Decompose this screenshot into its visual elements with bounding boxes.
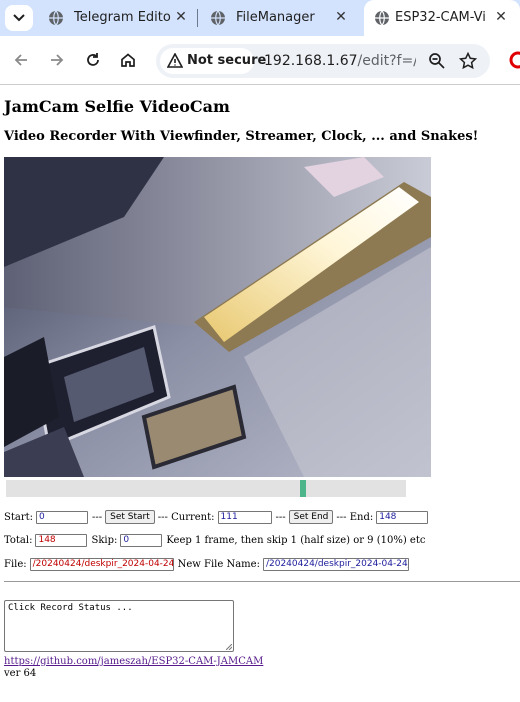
tab-close-icon[interactable]: ✕ [332, 8, 350, 26]
tab-filemanager[interactable]: FileManager ✕ [200, 0, 360, 36]
tab-search-button[interactable] [5, 5, 33, 31]
slider-thumb[interactable] [300, 480, 306, 497]
record-status-text: Click Record Status ... [8, 603, 133, 613]
globe-icon [211, 10, 225, 26]
tab-close-icon[interactable]: ✕ [492, 8, 510, 26]
reload-button[interactable] [82, 49, 104, 71]
frame-slider[interactable] [6, 480, 406, 497]
url-path: /edit?f=/... [357, 53, 416, 69]
range-controls-row: Start: 0 --- Set Start --- Current: 111 … [4, 510, 429, 524]
security-label: Not secure [187, 53, 267, 68]
record-status-textarea[interactable]: Click Record Status ... [4, 600, 234, 652]
tab-close-icon[interactable]: ✕ [172, 8, 190, 26]
globe-icon [375, 10, 389, 26]
separator-text: --- [92, 511, 103, 523]
tab-title: FileManager [236, 10, 315, 25]
tab-title: Telegram Edito [74, 10, 171, 25]
camera-frame [4, 157, 431, 477]
skip-input[interactable]: 0 [120, 534, 163, 547]
github-link[interactable]: https://github.com/jameszah/ESP32-CAM-JA… [4, 656, 263, 667]
total-label: Total: [4, 535, 33, 546]
home-button[interactable] [117, 49, 139, 71]
zoom-icon[interactable] [428, 52, 446, 70]
new-file-input[interactable]: /20240424/deskpir_2024-04-24_10. [262, 558, 409, 571]
warning-icon [167, 53, 183, 68]
chevron-down-icon [13, 14, 25, 22]
address-bar[interactable]: Not secure 192.168.1.67/edit?f=/... [156, 44, 490, 78]
resize-grip-icon[interactable] [226, 644, 232, 650]
end-label: --- End: [336, 511, 374, 523]
page-title: JamCam Selfie VideoCam [4, 97, 230, 116]
set-end-button[interactable]: Set End [288, 510, 334, 524]
file-input[interactable]: /20240424/deskpir_2024-04-24_10. [29, 558, 174, 571]
separator-text: --- [275, 511, 286, 523]
end-input[interactable]: 148 [376, 510, 429, 524]
tab-strip: Telegram Edito ✕ FileManager ✕ ESP32-CAM… [0, 0, 520, 36]
url-text[interactable]: 192.168.1.67/edit?f=/... [264, 53, 416, 69]
home-icon [121, 53, 135, 67]
bookmark-star-icon[interactable] [459, 52, 477, 70]
divider [4, 581, 520, 582]
version-text: ver 64 [4, 668, 37, 679]
new-file-label: New File Name: [177, 559, 260, 570]
total-input[interactable]: 148 [35, 534, 88, 547]
browser-toolbar: Not secure 192.168.1.67/edit?f=/... [0, 36, 520, 85]
tab-title: ESP32-CAM-Vi [395, 10, 486, 25]
tab-telegram-editor[interactable]: Telegram Edito ✕ [38, 0, 196, 36]
file-label: File: [4, 559, 27, 570]
forward-button[interactable] [46, 49, 68, 71]
back-button[interactable] [10, 49, 32, 71]
skip-controls-row: Total: 148 Skip: 0 Keep 1 frame, then sk… [4, 534, 425, 547]
skip-help-text: Keep 1 frame, then skip 1 (half size) or… [166, 535, 426, 546]
reload-icon [87, 53, 99, 66]
file-controls-row: File: /20240424/deskpir_2024-04-24_10. N… [4, 558, 409, 571]
set-start-button[interactable]: Set Start [105, 510, 155, 524]
globe-icon [49, 10, 63, 26]
tab-esp32-cam[interactable]: ESP32-CAM-Vi ✕ [364, 0, 520, 36]
skip-label: Skip: [91, 535, 118, 546]
current-input[interactable]: 111 [217, 510, 272, 524]
url-host: 192.168.1.67 [264, 53, 358, 69]
browser-extension-icon[interactable] [508, 51, 520, 69]
current-label: --- Current: [157, 511, 215, 523]
start-label: Start: [4, 511, 33, 523]
page-subtitle: Video Recorder With Viewfinder, Streamer… [4, 129, 479, 144]
arrow-left-icon [14, 54, 27, 66]
arrow-right-icon [51, 54, 64, 66]
security-chip[interactable]: Not secure [160, 48, 266, 74]
start-input[interactable]: 0 [36, 510, 88, 524]
camera-viewfinder-image [4, 157, 431, 477]
tab-divider [197, 9, 198, 27]
